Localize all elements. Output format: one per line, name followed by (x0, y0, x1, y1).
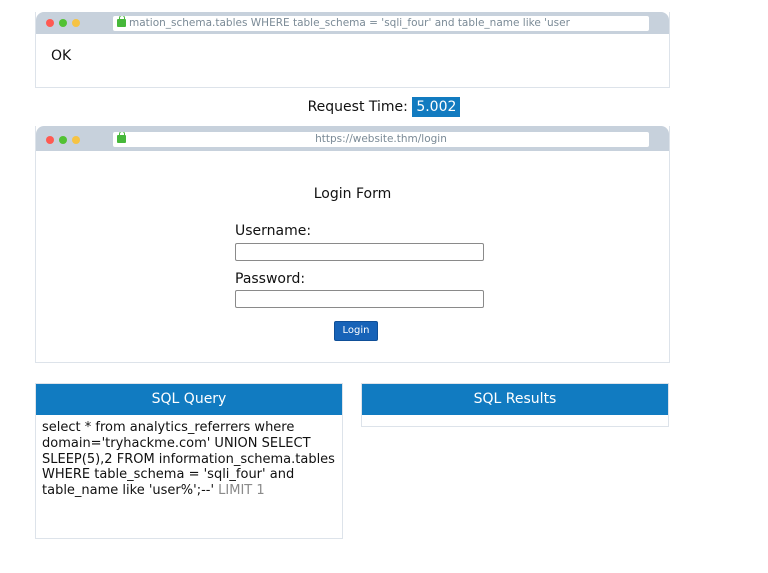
url-text: mation_schema.tables WHERE table_schema … (129, 17, 570, 29)
request-time: Request Time: 5.002 (0, 96, 768, 118)
sql-query-panel: SQL Query select * from analytics_referr… (35, 383, 343, 539)
browser-chrome: https://website.thm/login (36, 126, 669, 151)
form-title: Login Form (313, 186, 392, 202)
address-bar[interactable]: https://website.thm/login (113, 132, 649, 147)
request-time-label: Request Time: (307, 99, 408, 115)
maximize-dot-icon[interactable] (59, 19, 67, 27)
url-text: https://website.thm/login (315, 133, 447, 145)
browser-chrome: mation_schema.tables WHERE table_schema … (36, 12, 669, 34)
sql-query-main: select * from analytics_referrers where … (42, 420, 335, 499)
lock-icon (117, 16, 126, 27)
login-button[interactable]: Login (334, 321, 378, 341)
login-browser-window: https://website.thm/login Login Form Use… (35, 126, 670, 363)
minimize-dot-icon[interactable] (72, 19, 80, 27)
request-time-value: 5.002 (412, 97, 461, 117)
password-label: Password: (235, 271, 306, 287)
sql-results-title: SQL Results (362, 384, 668, 415)
minimize-dot-icon[interactable] (72, 136, 80, 144)
sql-query-title: SQL Query (36, 384, 342, 415)
close-dot-icon[interactable] (46, 19, 54, 27)
username-input[interactable] (235, 243, 484, 261)
sql-query-commented: LIMIT 1 (214, 483, 265, 499)
password-input[interactable] (235, 290, 484, 308)
sql-query-text: select * from analytics_referrers where … (36, 415, 342, 499)
address-bar[interactable]: mation_schema.tables WHERE table_schema … (113, 16, 649, 31)
sql-results-panel: SQL Results (361, 383, 669, 427)
close-dot-icon[interactable] (46, 136, 54, 144)
response-text: OK (51, 48, 72, 64)
response-browser-window: mation_schema.tables WHERE table_schema … (35, 12, 670, 88)
maximize-dot-icon[interactable] (59, 136, 67, 144)
username-label: Username: (235, 223, 312, 239)
